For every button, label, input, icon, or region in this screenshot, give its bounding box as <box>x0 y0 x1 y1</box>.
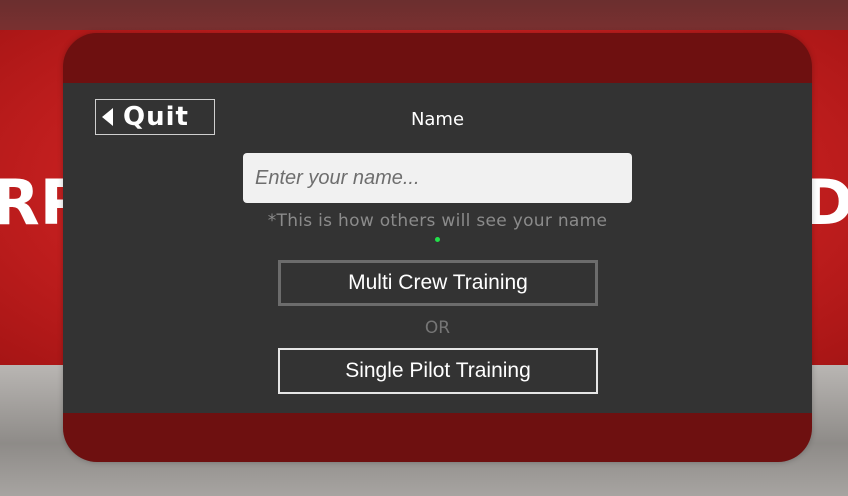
or-separator: OR <box>424 318 451 338</box>
panel-body: Quit Name *This is how others will see y… <box>63 83 812 413</box>
status-indicator-dot <box>435 237 440 242</box>
name-title: Name <box>410 109 465 130</box>
name-input[interactable] <box>243 153 632 203</box>
multi-crew-training-button[interactable]: Multi Crew Training <box>278 260 598 306</box>
name-entry-panel: Quit Name *This is how others will see y… <box>63 33 812 462</box>
single-pilot-training-button[interactable]: Single Pilot Training <box>278 348 598 394</box>
name-hint-text: *This is how others will see your name <box>267 211 608 231</box>
